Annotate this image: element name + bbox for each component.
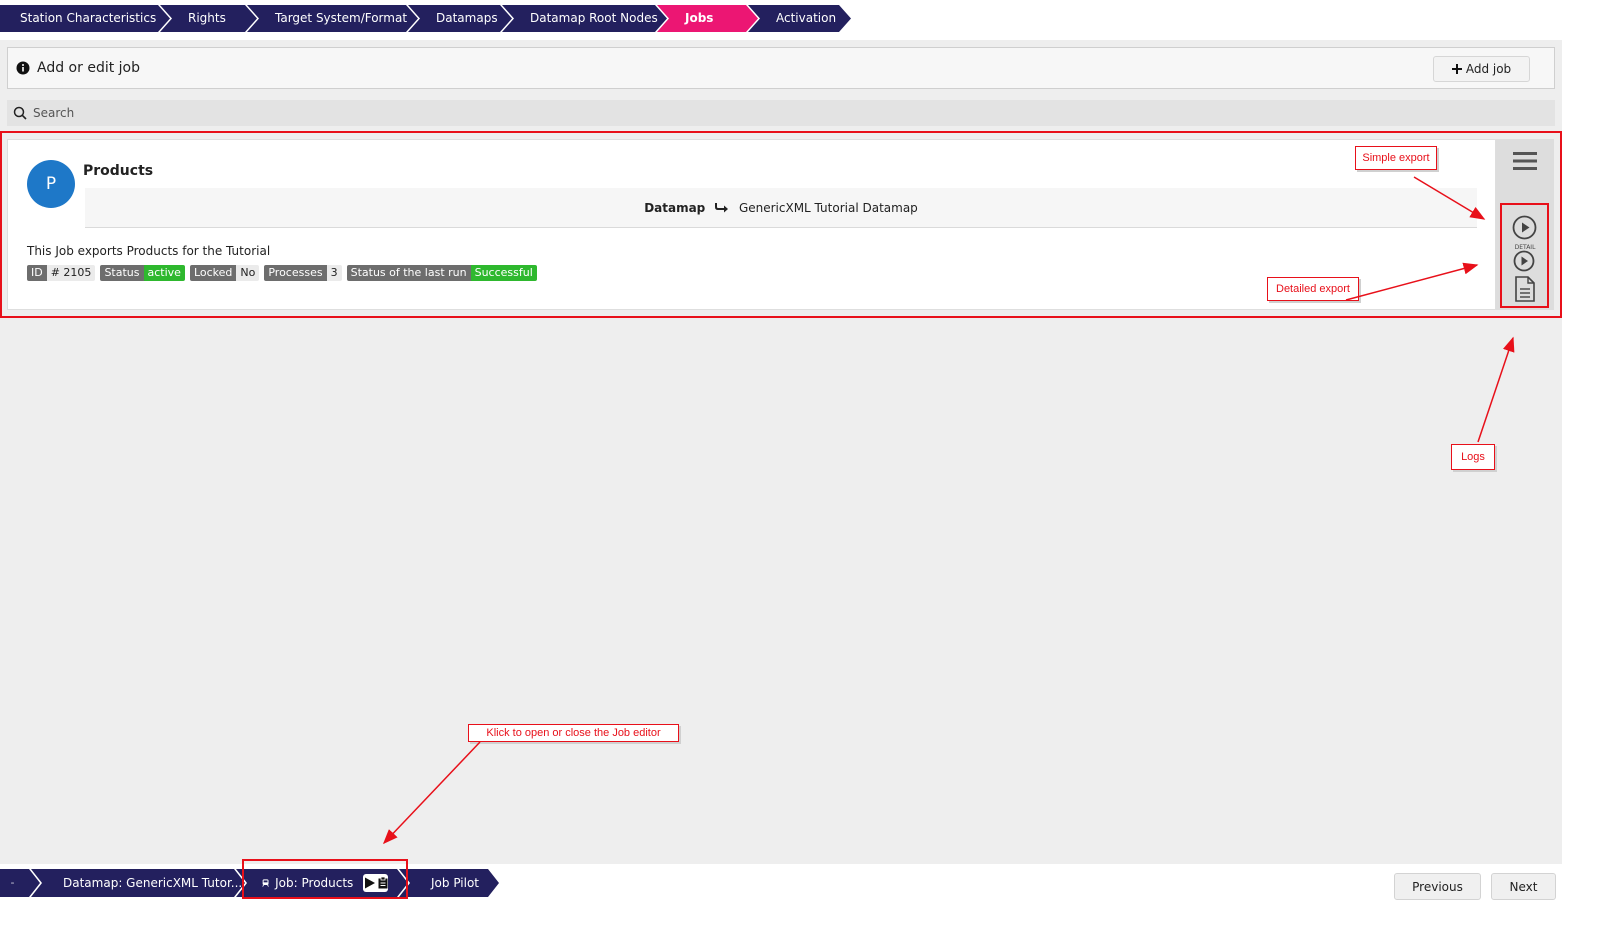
- breadcrumb-job-pilot[interactable]: Job Pilot: [399, 869, 499, 897]
- actions-highlight: [1500, 203, 1549, 308]
- info-icon: [16, 61, 30, 75]
- job-crumb-highlight: [242, 859, 408, 899]
- search-input[interactable]: [33, 103, 1533, 123]
- search-icon: [13, 106, 27, 120]
- breadcrumb-datamap-label: Datamap: GenericXML Tutor...: [63, 876, 243, 890]
- breadcrumb-preview[interactable]: [0, 869, 40, 897]
- step-rights[interactable]: Rights: [160, 5, 257, 32]
- eye-icon: [11, 878, 14, 888]
- step-jobs[interactable]: Jobs: [657, 5, 758, 32]
- wizard-steps: Station Characteristics Rights Target Sy…: [0, 5, 841, 32]
- plus-icon: [1451, 64, 1462, 74]
- previous-button[interactable]: Previous: [1394, 873, 1481, 900]
- add-job-label: Add job: [1465, 62, 1512, 76]
- simple-export-note: Simple export: [1355, 146, 1437, 170]
- step-station-characteristics[interactable]: Station Characteristics: [0, 5, 170, 32]
- detailed-export-note: Detailed export: [1267, 277, 1359, 301]
- breadcrumb-job-pilot-label: Job Pilot: [431, 876, 479, 890]
- logs-note: Logs: [1451, 444, 1495, 470]
- breadcrumb-datamap[interactable]: Datamap: GenericXML Tutor...: [31, 869, 245, 897]
- next-button[interactable]: Next: [1491, 873, 1556, 900]
- job-editor-note: Klick to open or close the Job editor: [468, 724, 679, 742]
- step-activation[interactable]: Activation: [748, 5, 851, 32]
- step-datamap-root-nodes[interactable]: Datamap Root Nodes: [502, 5, 667, 32]
- add-edit-job-panel: Add or edit job Add job: [7, 47, 1555, 89]
- search-bar: [7, 100, 1555, 126]
- step-datamaps[interactable]: Datamaps: [408, 5, 512, 32]
- panel-title: Add or edit job: [37, 60, 140, 76]
- step-target-system-format[interactable]: Target System/Format: [247, 5, 418, 32]
- add-job-button[interactable]: Add job: [1433, 56, 1530, 82]
